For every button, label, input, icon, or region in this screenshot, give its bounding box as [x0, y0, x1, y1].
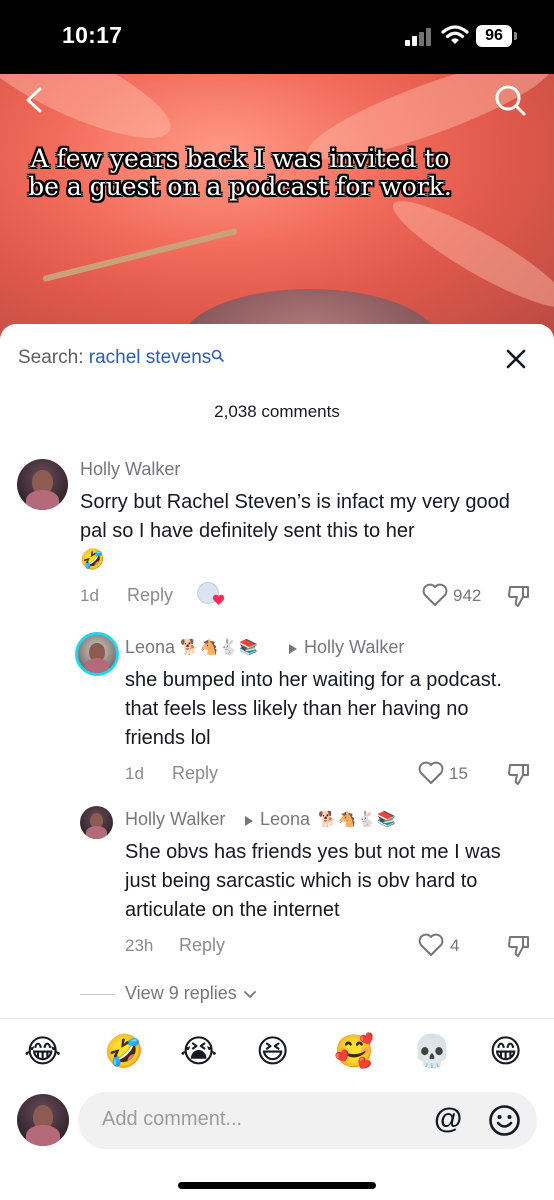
status-bar: 10:17 96: [0, 0, 554, 74]
reply-time: 23h: [125, 936, 154, 955]
triangle-right-icon: [245, 816, 253, 826]
search-small-icon: [211, 349, 225, 362]
avatar[interactable]: [17, 459, 68, 510]
emoji-cry-button[interactable]: 😭: [180, 1031, 217, 1071]
heart-icon: [212, 594, 225, 605]
like-count: 15: [449, 764, 468, 783]
chevron-down-icon: [243, 991, 256, 999]
like-count: 4: [450, 936, 460, 955]
comment-text-content: Sorry but Rachel Steven’s is infact my v…: [80, 491, 510, 542]
view-replies-button[interactable]: View 9 replies: [125, 983, 256, 1004]
emoji-skull-button[interactable]: 💀: [412, 1031, 452, 1071]
reply-text: She obvs has friends yes but not me I wa…: [125, 841, 501, 921]
smiley-icon[interactable]: [488, 1104, 521, 1137]
reply-author[interactable]: Holly Walker: [125, 809, 225, 830]
reply-button[interactable]: Reply: [179, 935, 225, 956]
dislike-icon[interactable]: [506, 583, 532, 609]
comment-input[interactable]: Add comment... @: [78, 1092, 537, 1149]
comment-input-placeholder: Add comment...: [102, 1108, 243, 1130]
reply-time: 1d: [125, 764, 144, 783]
emoji-grin-squint-button[interactable]: 😆: [256, 1031, 289, 1071]
search-query[interactable]: rachel stevens: [89, 347, 212, 368]
wifi-icon: [441, 25, 469, 44]
triangle-right-icon: [289, 644, 297, 654]
comment-author[interactable]: Holly Walker: [80, 459, 180, 480]
search-prefix: Search:: [18, 347, 84, 368]
dislike-icon[interactable]: [506, 933, 532, 959]
comments-sheet: Search: rachel stevens 2,038 comments Ho…: [0, 324, 554, 1200]
battery-indicator: 96: [476, 25, 517, 47]
heart-icon[interactable]: [418, 761, 444, 785]
emoji-bar-divider: [0, 1018, 554, 1019]
search-icon[interactable]: [493, 83, 527, 117]
emoji-love-button[interactable]: 🥰: [334, 1031, 374, 1071]
comment-emoji: 🤣: [80, 549, 105, 571]
emoji-grin-button[interactable]: 😁: [489, 1031, 522, 1071]
avatar[interactable]: [80, 806, 113, 839]
reply-button[interactable]: Reply: [172, 763, 218, 784]
heart-icon[interactable]: [422, 583, 448, 607]
author-emoji-badges: 🐕🐴🐇📚: [318, 811, 397, 828]
video-caption: A few years back I was invited to be a g…: [28, 144, 452, 201]
reply-to-user[interactable]: Leona: [260, 809, 310, 830]
avatar[interactable]: [75, 632, 119, 676]
dislike-icon[interactable]: [506, 761, 532, 787]
status-time: 10:17: [62, 22, 123, 48]
emoji-rofl-button[interactable]: 🤣: [104, 1031, 144, 1071]
back-icon[interactable]: [22, 86, 46, 114]
emoji-laugh-button[interactable]: 😂: [24, 1031, 61, 1071]
close-icon[interactable]: [503, 346, 529, 372]
reply-text: she bumped into her waiting for a podcas…: [125, 669, 502, 749]
heart-icon[interactable]: [418, 933, 444, 957]
replies-divider: [80, 994, 115, 995]
comment-count: 2,038 comments: [214, 402, 340, 421]
home-indicator: [178, 1182, 376, 1189]
comment-text: Sorry but Rachel Steven’s is infact my v…: [80, 488, 525, 575]
reply-button[interactable]: Reply: [127, 585, 173, 606]
current-user-avatar: [17, 1094, 69, 1146]
like-count: 942: [453, 586, 482, 605]
comment-time: 1d: [80, 586, 99, 605]
cell-signal-icon: [405, 28, 433, 46]
mention-button[interactable]: @: [434, 1103, 462, 1136]
video-preview[interactable]: [0, 74, 554, 340]
screen: 10:17 96 A few years back I was invited …: [0, 0, 554, 1200]
author-emoji-badges: 🐕🐴🐇📚: [180, 639, 259, 656]
view-replies-label: View 9 replies: [125, 983, 237, 1003]
search-suggestion[interactable]: Search: rachel stevens: [18, 347, 225, 369]
reply-to-user[interactable]: Holly Walker: [304, 637, 404, 658]
reply-author[interactable]: Leona: [125, 637, 175, 658]
